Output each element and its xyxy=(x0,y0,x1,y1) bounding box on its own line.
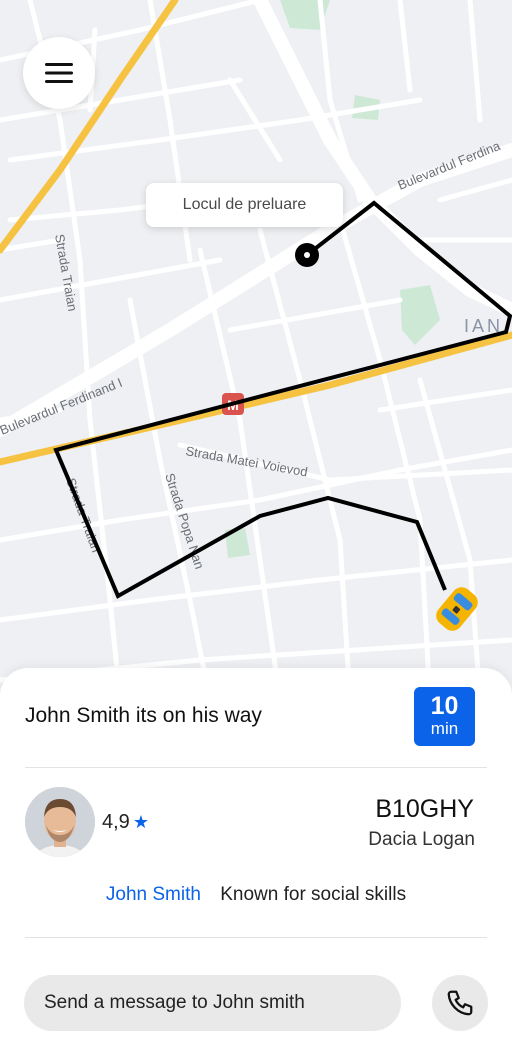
hamburger-menu-icon xyxy=(45,63,73,83)
driver-rating: 4,9 ★ xyxy=(102,811,149,834)
pickup-pin-icon xyxy=(295,243,319,267)
eta-badge: 10 min xyxy=(414,687,475,746)
driver-avatar[interactable] xyxy=(25,787,95,857)
map-view[interactable]: Bulevardul Ferdina Bulevardul Ferdinand … xyxy=(0,0,512,700)
call-button[interactable] xyxy=(432,975,488,1031)
ride-tracking-screen: Bulevardul Ferdina Bulevardul Ferdinand … xyxy=(0,0,512,1063)
driver-name-link[interactable]: John Smith xyxy=(106,884,201,905)
divider xyxy=(25,767,487,768)
driver-info-line: John Smith Known for social skills xyxy=(0,884,512,906)
pickup-location-label: Locul de preluare xyxy=(146,183,343,227)
license-plate: B10GHY xyxy=(375,795,474,823)
message-input[interactable] xyxy=(24,975,401,1031)
driver-tagline: Known for social skills xyxy=(220,884,407,905)
eta-unit: min xyxy=(430,719,459,738)
eta-value: 10 xyxy=(430,692,459,720)
star-icon: ★ xyxy=(132,812,149,832)
phone-icon xyxy=(447,990,473,1016)
divider xyxy=(25,937,487,938)
menu-button[interactable] xyxy=(23,37,95,109)
driver-photo xyxy=(25,787,95,857)
rating-value: 4,9 xyxy=(102,811,130,833)
trip-status-text: John Smith its on his way xyxy=(25,704,262,727)
car-model: Dacia Logan xyxy=(368,829,475,850)
trip-details-sheet: John Smith its on his way 10 min 4,9 ★ B… xyxy=(0,668,512,1063)
